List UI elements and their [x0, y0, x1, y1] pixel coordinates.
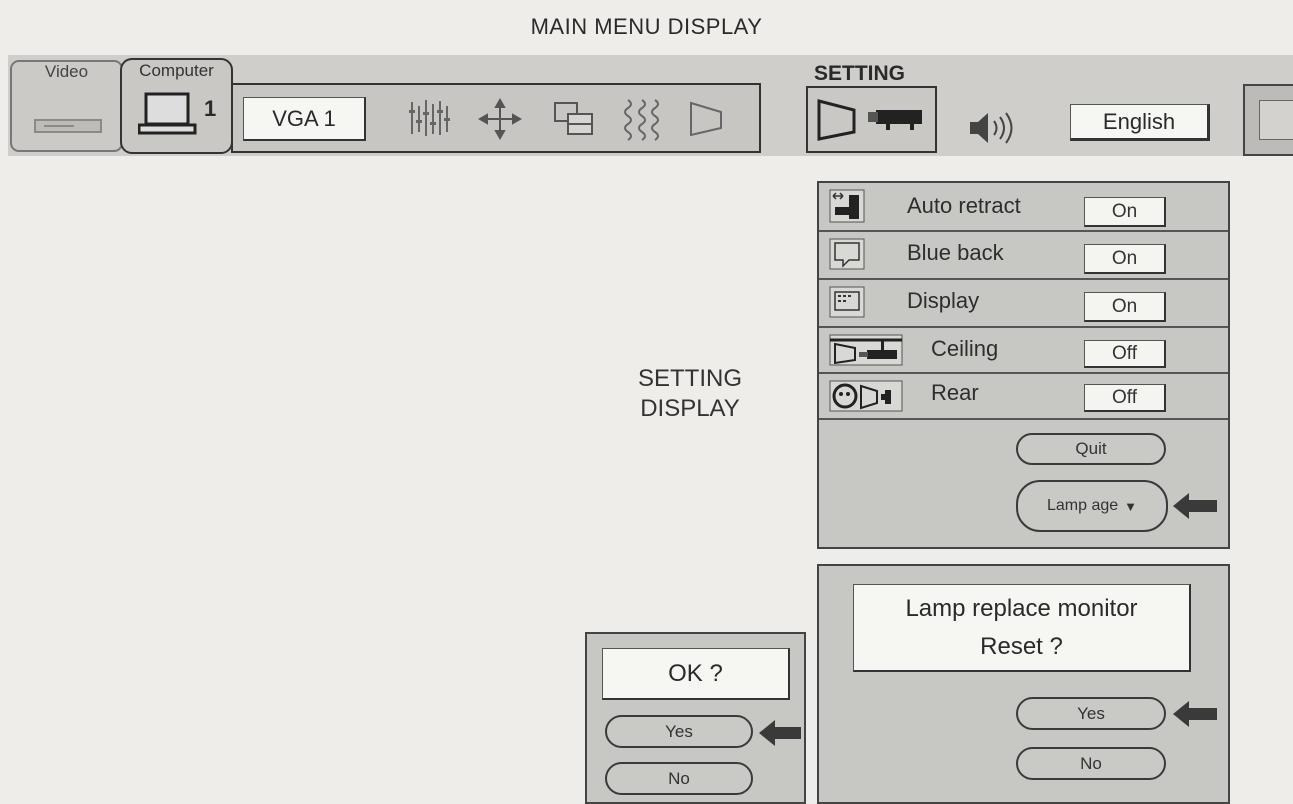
caption-line-1: SETTING	[637, 365, 742, 392]
lamp-age-button[interactable]: Lamp age ▼	[1016, 480, 1168, 532]
page-title: MAIN MENU DISPLAY	[530, 14, 763, 39]
setting-display-caption: SETTING DISPLAY	[600, 364, 780, 424]
pointer-arrow-icon	[1173, 493, 1217, 519]
ok-yes-button[interactable]: Yes	[605, 715, 753, 748]
ceiling-icon	[829, 334, 903, 366]
lamp-reset-line-2: Reset ?	[980, 633, 1063, 660]
vcr-icon	[34, 119, 102, 133]
screen-icon[interactable]	[688, 100, 724, 138]
setting-panel: Auto retract On Blue back On Display On	[817, 181, 1230, 549]
setting-row-rear[interactable]: Rear Off	[819, 374, 1228, 418]
computer-number: 1	[204, 96, 217, 121]
row-divider	[819, 418, 1228, 420]
caption-line-2: DISPLAY	[640, 395, 740, 422]
rear-icon	[829, 380, 903, 412]
next-tab[interactable]	[1243, 84, 1293, 156]
ceiling-label: Ceiling	[931, 336, 999, 361]
ok-dialog: OK ? Yes No	[585, 632, 806, 804]
lamp-reset-line-1: Lamp replace monitor	[905, 595, 1138, 622]
lamp-reset-dialog: Lamp replace monitor Reset ? Yes No	[817, 564, 1230, 804]
auto-retract-icon	[829, 189, 865, 223]
rear-value[interactable]: Off	[1084, 384, 1166, 412]
blue-back-label: Blue back	[907, 240, 1004, 265]
computer-tab-label: Computer	[139, 61, 214, 80]
setting-label: SETTING	[814, 62, 906, 85]
rear-label: Rear	[931, 380, 979, 405]
display-label: Display	[907, 288, 980, 313]
video-tab[interactable]: Video	[10, 60, 123, 152]
auto-retract-value[interactable]: On	[1084, 197, 1166, 227]
image-adjust-icon[interactable]	[408, 98, 452, 138]
setting-row-display[interactable]: Display On	[819, 280, 1228, 326]
laptop-icon	[138, 92, 197, 135]
pointer-arrow-icon	[759, 720, 801, 746]
ok-no-button[interactable]: No	[605, 762, 753, 795]
lamp-reset-no-button[interactable]: No	[1016, 747, 1166, 780]
setting-row-blue-back[interactable]: Blue back On	[819, 232, 1228, 278]
auto-retract-label: Auto retract	[907, 193, 1021, 218]
pointer-arrow-icon	[1173, 701, 1217, 727]
pc-adjust-icon[interactable]	[552, 100, 596, 138]
next-tab-button	[1259, 100, 1293, 140]
setting-screen-icon	[817, 99, 856, 141]
ok-message: OK ?	[602, 648, 790, 700]
lamp-reset-yes-button[interactable]: Yes	[1016, 697, 1166, 730]
blue-back-icon	[829, 238, 865, 270]
ceiling-value[interactable]: Off	[1084, 340, 1166, 368]
source-field[interactable]: VGA 1	[243, 97, 366, 141]
lamp-reset-message: Lamp replace monitor Reset ?	[853, 584, 1191, 672]
quit-button[interactable]: Quit	[1016, 433, 1166, 465]
setting-tab[interactable]	[806, 86, 937, 153]
display-icon	[829, 286, 865, 318]
setting-row-ceiling[interactable]: Ceiling Off	[819, 328, 1228, 372]
lamp-age-label: Lamp age	[1046, 497, 1119, 514]
language-field[interactable]: English	[1070, 104, 1210, 141]
display-value[interactable]: On	[1084, 292, 1166, 322]
position-icon[interactable]	[478, 98, 522, 140]
computer-tab[interactable]: Computer 1	[120, 58, 233, 154]
dropdown-arrow-icon: ▼	[1124, 498, 1138, 514]
blue-back-value[interactable]: On	[1084, 244, 1166, 274]
sound-icon[interactable]	[966, 108, 1022, 148]
projector-icon	[868, 110, 922, 130]
keystone-icon[interactable]	[622, 96, 662, 142]
setting-row-auto-retract[interactable]: Auto retract On	[819, 183, 1228, 231]
video-tab-label: Video	[44, 62, 89, 81]
